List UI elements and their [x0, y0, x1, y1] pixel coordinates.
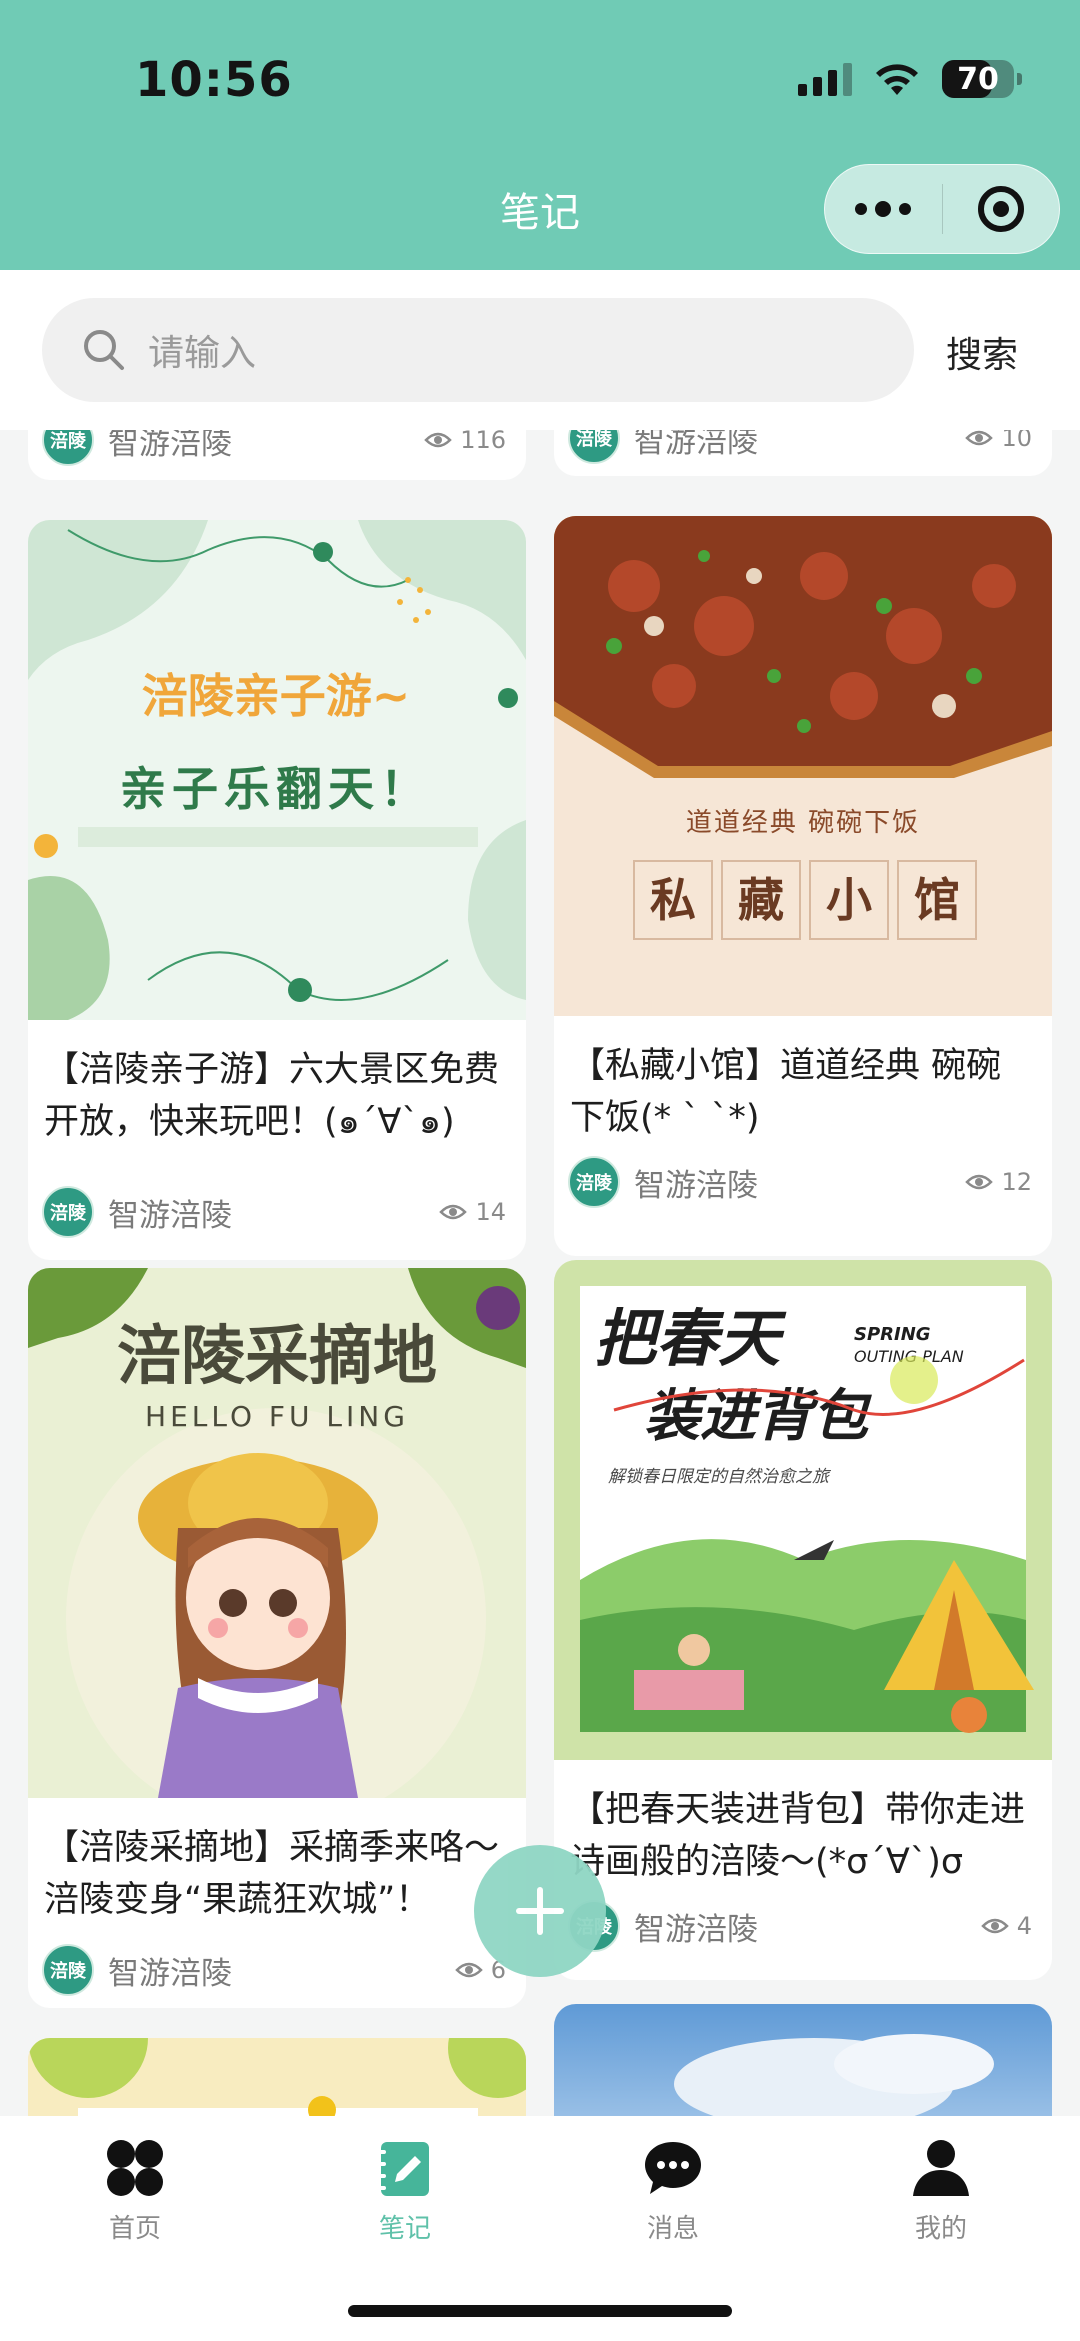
note-cover-image: 道道经典 碗碗下饭 私 藏 小 馆	[554, 516, 1052, 1016]
person-icon	[913, 2140, 969, 2196]
view-count: 14	[439, 1198, 506, 1226]
battery-level: 70	[957, 61, 999, 97]
author-name: 智游涪陵	[108, 1955, 232, 1992]
author-avatar: 涪陵	[42, 1186, 94, 1238]
author-name: 智游涪陵	[634, 1911, 758, 1948]
search-input[interactable]: 请输入	[42, 298, 914, 402]
note-card-partial[interactable]	[28, 2038, 526, 2116]
tab-label: 笔记	[378, 2214, 431, 2244]
author-avatar: 涪陵	[42, 430, 94, 466]
note-title: 【涪陵采摘地】采摘季来咯～涪陵变身“果蔬狂欢城”！	[44, 1828, 500, 1920]
eye-icon	[439, 1204, 468, 1220]
note-card-partial[interactable]: 涪陵 智游涪陵 10	[554, 430, 1052, 476]
close-miniprogram-button[interactable]	[943, 165, 1060, 253]
tab-label: 首页	[108, 2214, 161, 2244]
tab-home[interactable]: 首页	[60, 2136, 210, 2245]
note-cover-image: 涪陵采摘地 HELLO FU LING	[28, 1268, 526, 1828]
chat-bubble-icon	[645, 2142, 701, 2194]
author-name: 智游涪陵	[634, 430, 758, 460]
cover-text: 涪陵采摘地	[117, 1320, 437, 1394]
view-count: 12	[965, 1168, 1032, 1196]
home-indicator	[348, 2305, 732, 2317]
note-cover-image: 把春天 装进背包 SPRING OUTING PLAN 解锁春日限定的自然治愈之…	[554, 1260, 1052, 1760]
author-avatar: 涪陵	[568, 1156, 620, 1208]
search-button[interactable]: 搜索	[946, 326, 1018, 378]
view-count: 4	[980, 1912, 1032, 1940]
note-card[interactable]: 道道经典 碗碗下饭 私 藏 小 馆 【私藏小馆】道道经典 碗碗下饭(* ` `*…	[554, 516, 1052, 1256]
note-title: 【私藏小馆】道道经典 碗碗下饭(* ` `*)	[570, 1046, 1002, 1138]
note-card-partial[interactable]	[554, 2004, 1052, 2116]
search-placeholder: 请输入	[148, 333, 257, 374]
note-card-partial[interactable]: 涪陵 智游涪陵 116	[28, 430, 526, 480]
eye-icon	[965, 430, 994, 446]
cover-text: 亲子乐翻天！	[120, 762, 432, 816]
search-bar: 请输入 搜索	[0, 270, 1080, 430]
cover-text: 道道经典 碗碗下饭	[686, 808, 920, 838]
eye-icon	[965, 1174, 994, 1190]
tab-label: 我的	[914, 2214, 967, 2244]
more-dots-icon	[855, 201, 912, 217]
search-icon	[84, 330, 124, 370]
note-title: 【涪陵亲子游】六大景区免费开放，快来玩吧！(๑´∀`๑)	[44, 1050, 500, 1142]
signal-icon	[798, 62, 852, 96]
author-avatar: 涪陵	[568, 430, 620, 464]
svg-text:馆: 馆	[914, 873, 960, 927]
svg-text:藏: 藏	[738, 873, 784, 927]
status-time: 10:56	[135, 52, 293, 108]
note-cover-image	[554, 2004, 1052, 2116]
view-count: 116	[424, 430, 506, 454]
note-card[interactable]: 把春天 装进背包 SPRING OUTING PLAN 解锁春日限定的自然治愈之…	[554, 1260, 1052, 1980]
note-card[interactable]: 涪陵采摘地 HELLO FU LING 【涪陵采摘地】采摘季来咯～涪陵变身“果蔬…	[28, 1268, 526, 2008]
cover-text: HELLO FU LING	[145, 1400, 409, 1433]
wifi-icon	[876, 64, 918, 95]
add-note-button[interactable]	[474, 1845, 606, 1977]
author-avatar: 涪陵	[42, 1944, 94, 1996]
miniprogram-capsule	[824, 164, 1060, 254]
cover-text: 解锁春日限定的自然治愈之旅	[608, 1467, 832, 1487]
note-title: 【把春天装进背包】带你走进诗画般的涪陵～(*σ´∀`)σ	[570, 1790, 1026, 1882]
status-icons: 70	[798, 56, 1022, 102]
note-edit-icon	[378, 2142, 429, 2196]
view-count: 10	[965, 430, 1032, 452]
nav-header: 10:56 70 笔记	[0, 0, 1080, 270]
more-button[interactable]	[825, 165, 942, 253]
note-cover-image	[28, 2038, 526, 2116]
eye-icon	[424, 432, 452, 448]
eye-icon	[454, 1962, 483, 1978]
target-icon	[977, 186, 1024, 232]
svg-text:小: 小	[826, 873, 872, 927]
eye-icon	[980, 1918, 1009, 1934]
bottom-tab-bar: 首页 笔记 消息 我的	[0, 2116, 1080, 2341]
cover-text: 涪陵亲子游~	[142, 669, 411, 723]
battery-icon: 70	[942, 60, 1022, 98]
tab-messages[interactable]: 消息	[598, 2136, 748, 2245]
tab-profile[interactable]: 我的	[866, 2136, 1016, 2245]
note-cover-image: 涪陵亲子游~ 亲子乐翻天！	[28, 520, 526, 1020]
author-name: 智游涪陵	[108, 1197, 232, 1234]
svg-text:私: 私	[650, 873, 696, 927]
author-name: 智游涪陵	[108, 430, 232, 462]
author-name: 智游涪陵	[634, 1167, 758, 1204]
cover-text: SPRING	[854, 1324, 931, 1345]
tab-label: 消息	[646, 2214, 699, 2244]
cover-text: 把春天	[594, 1302, 787, 1375]
cover-text: 装进背包	[644, 1384, 872, 1449]
grid-icon	[107, 2140, 163, 2196]
tab-notes[interactable]: 笔记	[330, 2136, 480, 2245]
note-card[interactable]: 涪陵亲子游~ 亲子乐翻天！ 【涪陵亲子游】六大景区免费开放，快来玩吧！(๑´∀`…	[28, 520, 526, 1260]
